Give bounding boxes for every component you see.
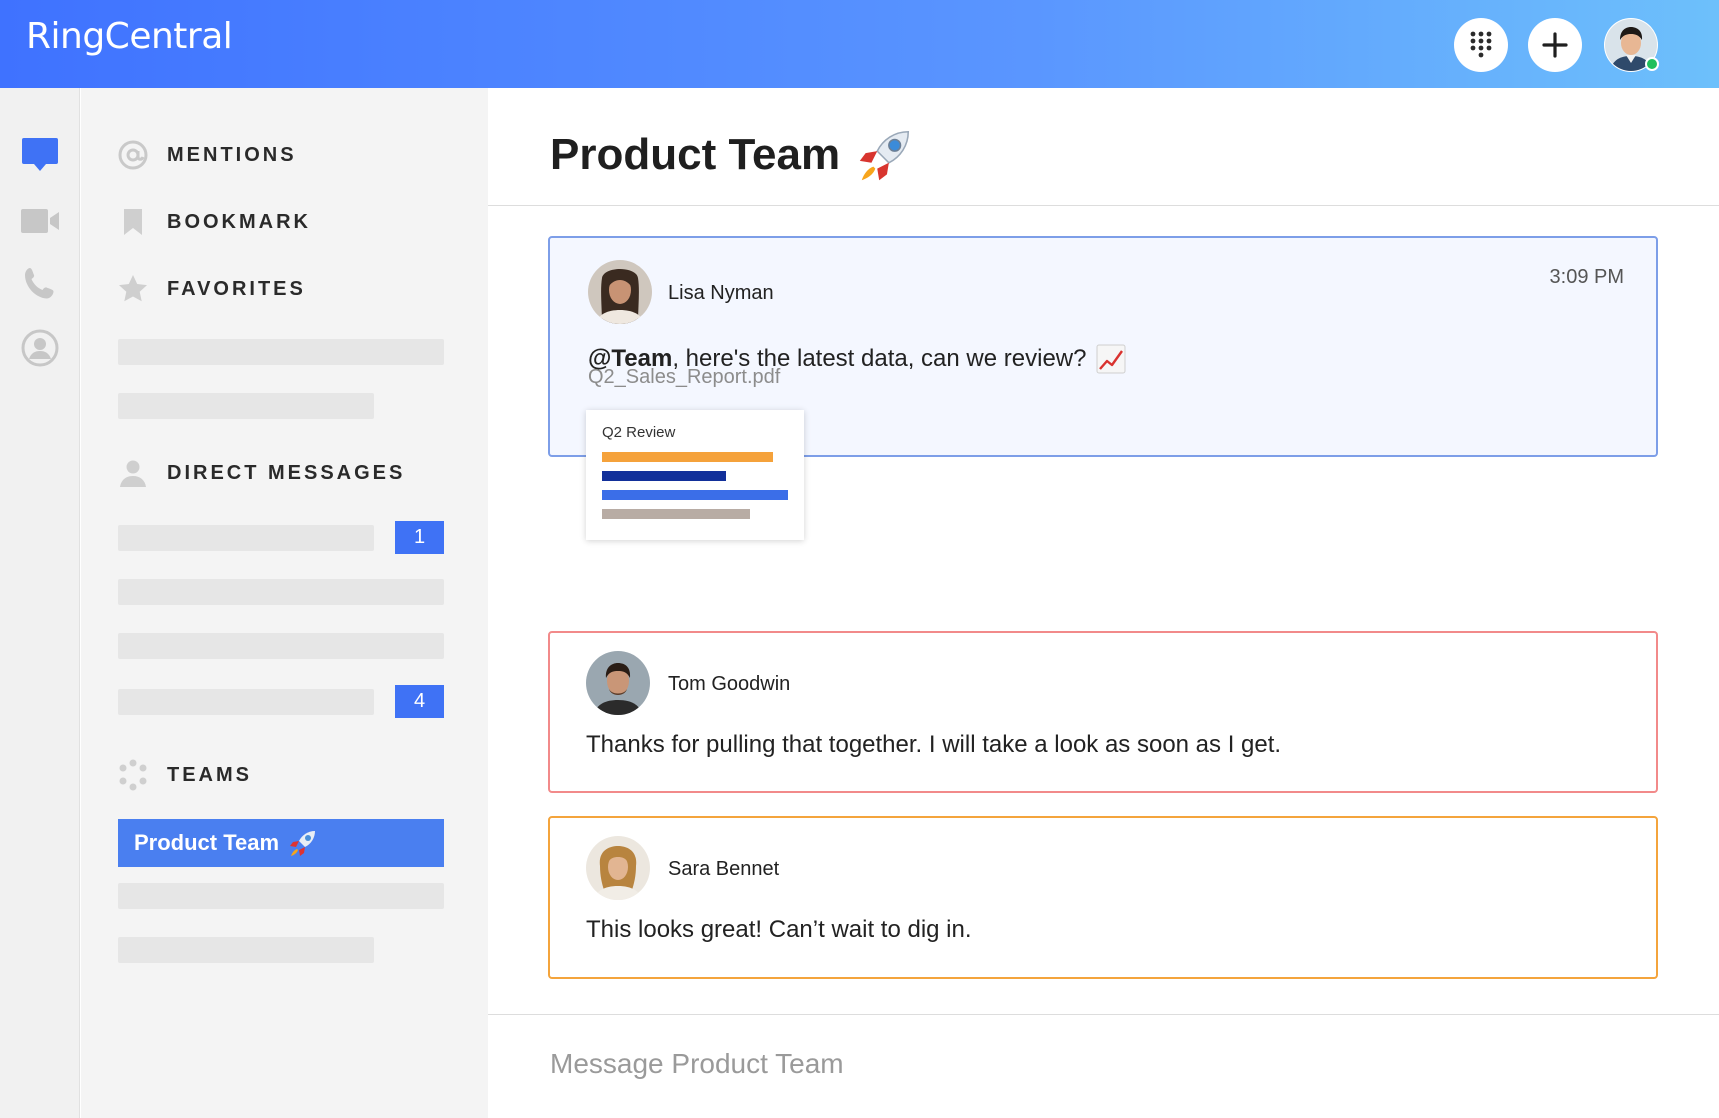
sidebar-item-mentions[interactable]: MENTIONS — [117, 139, 297, 171]
sidebar-item-label: FAVORITES — [167, 277, 306, 300]
sidebar-item-label: BOOKMARK — [167, 210, 311, 233]
presence-indicator — [1645, 57, 1659, 71]
conversation-header: Product Team — [550, 124, 916, 186]
star-icon — [117, 273, 149, 305]
placeholder-row — [118, 883, 444, 909]
dialpad-button[interactable] — [1454, 18, 1508, 72]
top-bar: RingCentral — [0, 0, 1719, 88]
app-logo[interactable]: RingCentral — [26, 16, 233, 57]
message-author: Lisa Nyman — [668, 282, 774, 304]
file-preview-thumbnail[interactable]: Q2 Review — [586, 410, 804, 540]
header-divider — [488, 205, 1719, 206]
person-icon — [117, 457, 149, 489]
at-sign-icon — [117, 139, 149, 171]
sidebar-item-label: MENTIONS — [167, 143, 297, 166]
navigation-rail — [0, 88, 80, 1118]
chart-increasing-icon — [1096, 344, 1126, 374]
sidebar-section-label: DIRECT MESSAGES — [167, 461, 406, 484]
team-item-label: Product Team — [134, 830, 280, 855]
preview-title: Q2 Review — [602, 424, 676, 441]
sidebar-item-favorites[interactable]: FAVORITES — [117, 273, 306, 305]
conversation-pane: Product Team Lisa Nyman 3:09 PM @Team , … — [488, 88, 1719, 1118]
messages-icon[interactable] — [20, 134, 60, 174]
dm-placeholder-row[interactable] — [118, 633, 444, 659]
contacts-icon[interactable] — [20, 328, 60, 368]
sidebar-section-direct-messages[interactable]: DIRECT MESSAGES — [117, 457, 405, 489]
message-text: This looks great! Can’t wait to dig in. — [586, 916, 972, 943]
message-card[interactable]: Tom Goodwin Thanks for pulling that toge… — [548, 631, 1658, 793]
sidebar-item-product-team[interactable]: Product Team — [118, 819, 444, 867]
placeholder-row — [118, 937, 374, 963]
rocket-icon — [859, 130, 910, 181]
file-attachment-link[interactable]: Q2_Sales_Report.pdf — [588, 366, 780, 389]
phone-icon[interactable] — [20, 264, 60, 304]
message-input[interactable]: Message Product Team — [550, 1048, 844, 1080]
teams-icon — [117, 759, 149, 791]
sidebar-section-label: TEAMS — [167, 763, 252, 786]
message-text: Thanks for pulling that together. I will… — [586, 731, 1282, 758]
dialpad-icon — [1470, 31, 1492, 58]
preview-bars — [602, 452, 788, 519]
message-author: Tom Goodwin — [668, 673, 791, 695]
bookmark-icon — [117, 206, 149, 238]
sidebar-section-teams[interactable]: TEAMS — [117, 759, 252, 791]
dm-placeholder-row[interactable] — [118, 689, 374, 715]
add-button[interactable] — [1528, 18, 1582, 72]
sidebar: MENTIONS BOOKMARK FAVORITES DIRECT MESSA… — [81, 88, 488, 1118]
avatar[interactable] — [586, 836, 650, 900]
avatar[interactable] — [588, 260, 652, 324]
plus-icon — [1542, 32, 1568, 58]
message-card[interactable]: Sara Bennet This looks great! Can’t wait… — [548, 816, 1658, 979]
placeholder-row — [118, 393, 374, 419]
message-timestamp: 3:09 PM — [1549, 266, 1624, 288]
dm-placeholder-row[interactable] — [118, 579, 444, 605]
avatar[interactable] — [586, 651, 650, 715]
dm-placeholder-row[interactable] — [118, 525, 374, 551]
message-author: Sara Bennet — [668, 858, 780, 880]
video-icon[interactable] — [20, 201, 60, 241]
sidebar-item-bookmark[interactable]: BOOKMARK — [117, 206, 311, 238]
composer-divider — [488, 1014, 1719, 1015]
unread-badge: 1 — [395, 521, 444, 554]
placeholder-row — [118, 339, 444, 365]
page-title: Product Team — [550, 130, 841, 179]
unread-badge: 4 — [395, 685, 444, 718]
rocket-icon — [290, 831, 316, 856]
